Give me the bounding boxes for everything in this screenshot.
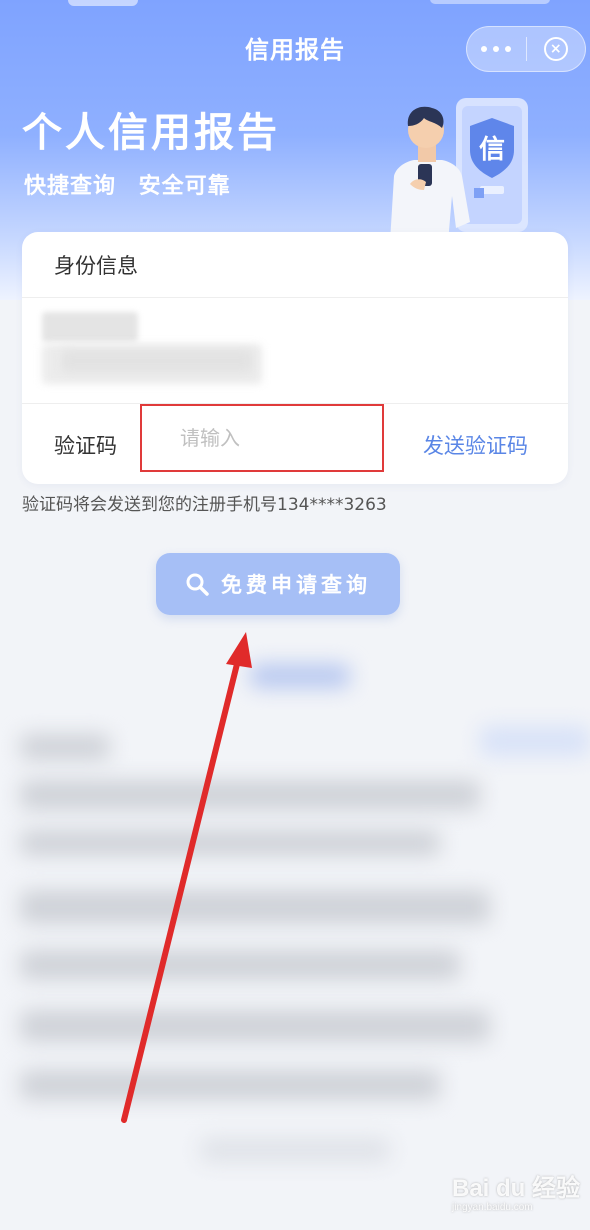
hero-subtitle: 快捷查询 安全可靠 xyxy=(24,174,231,199)
free-query-button[interactable]: 免费申请查询 xyxy=(156,553,400,615)
search-icon xyxy=(185,572,209,596)
close-circle-icon: × xyxy=(543,37,568,61)
close-button[interactable]: × xyxy=(526,26,585,72)
free-query-label: 免费申请查询 xyxy=(221,573,371,597)
hero-title: 个人信用报告 xyxy=(22,110,280,156)
send-code-button[interactable]: 发送验证码 xyxy=(423,430,528,460)
baidu-watermark-url: jingyan.baidu.com xyxy=(452,1202,533,1213)
verify-row: 验证码 发送验证码 xyxy=(22,404,568,484)
person-phone-illustration: 信 xyxy=(390,98,528,242)
verify-hint: 验证码将会发送到您的注册手机号134****3263 xyxy=(22,495,387,515)
identity-card: 身份信息 验证码 发送验证码 xyxy=(22,232,568,484)
section-title: 身份信息 xyxy=(22,232,568,298)
status-icons xyxy=(430,0,550,4)
baidu-watermark: Bai du 经验 xyxy=(452,1175,581,1202)
verify-code-input[interactable] xyxy=(140,404,384,472)
blurred-content xyxy=(0,630,590,1230)
status-time xyxy=(68,0,138,6)
status-bar xyxy=(0,0,590,14)
badge-char: 信 xyxy=(479,135,505,165)
mini-program-capsule: × xyxy=(466,26,586,72)
identity-info-blurred xyxy=(22,298,568,404)
more-dots-icon[interactable] xyxy=(467,26,526,72)
verify-label: 验证码 xyxy=(54,434,117,458)
